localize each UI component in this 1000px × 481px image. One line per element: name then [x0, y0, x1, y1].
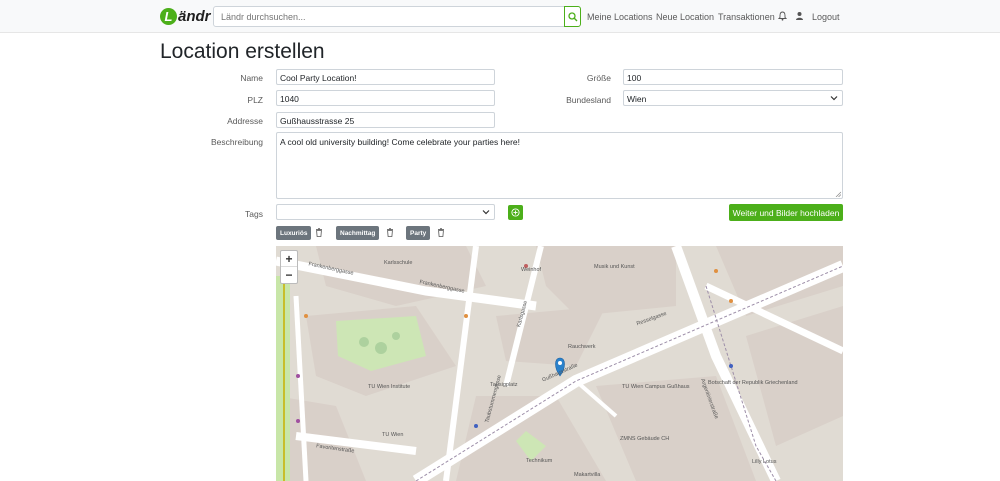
- nav-my-locations[interactable]: Meine Locations: [587, 12, 653, 22]
- tag-chip-luxurioes: Luxuriös: [276, 226, 312, 240]
- description-textarea[interactable]: A cool old university building! Come cel…: [276, 132, 843, 199]
- trash-icon[interactable]: [437, 228, 445, 237]
- map-poi-label: TU Wien: [382, 432, 404, 438]
- address-field[interactable]: Gußhausstrasse 25: [276, 112, 495, 128]
- trash-icon[interactable]: [315, 228, 323, 237]
- state-select-value: Wien: [627, 94, 647, 104]
- nav-transactions[interactable]: Transaktionen: [718, 12, 775, 22]
- map-poi-label: Botschaft der Republik Griechenland: [708, 380, 798, 386]
- map-poi-label: Lilly Lotus: [752, 459, 777, 465]
- nav-logout[interactable]: Logout: [812, 12, 840, 22]
- map-zoom-control: + −: [280, 250, 298, 284]
- map-poi-label: ZMNS Gebäude CH: [620, 436, 670, 442]
- page-title: Location erstellen: [160, 40, 325, 63]
- zoom-out-button[interactable]: −: [281, 267, 297, 283]
- search-input[interactable]: [213, 6, 566, 27]
- map-poi-label: TU Wien Campus Gußhaus: [622, 384, 690, 390]
- plz-label: PLZ: [247, 95, 263, 105]
- tag-chip-nachmittag: Nachmittag: [336, 226, 380, 240]
- map-poi-label: TU Wien Institute: [368, 384, 411, 390]
- user-icon[interactable]: [795, 11, 804, 21]
- plz-field[interactable]: 1040: [276, 90, 495, 106]
- name-field[interactable]: Cool Party Location!: [276, 69, 495, 85]
- brand-logo[interactable]: L ändr: [160, 6, 211, 26]
- add-tag-button[interactable]: [508, 205, 523, 220]
- description-text: A cool old university building! Come cel…: [280, 137, 521, 147]
- description-label: Beschreibung: [211, 137, 263, 147]
- search-button[interactable]: [564, 6, 581, 27]
- nav-new-location[interactable]: Neue Location: [656, 12, 714, 22]
- location-map[interactable]: Frankenberggasse Frankenberggasse Karlsg…: [276, 246, 843, 481]
- tags-label: Tags: [245, 209, 263, 219]
- address-label: Addresse: [227, 116, 263, 126]
- map-poi-label: Weinhof: [521, 267, 542, 273]
- navbar: L ändr Meine Locations Neue Location Tra…: [0, 0, 1000, 33]
- search-icon: [567, 11, 577, 21]
- map-poi-label: Technikum: [526, 458, 553, 464]
- next-upload-images-button[interactable]: Weiter und Bilder hochladen: [729, 204, 843, 221]
- map-poi-label: Rauchwerk: [568, 344, 596, 350]
- state-label: Bundesland: [566, 95, 611, 105]
- map-poi-label: Karlsschule: [384, 260, 413, 266]
- map-poi-label: Makartvilla: [574, 472, 601, 478]
- state-select[interactable]: Wien: [623, 90, 843, 106]
- name-label: Name: [240, 73, 263, 83]
- chevron-down-icon: [482, 210, 490, 215]
- trash-icon[interactable]: [386, 228, 394, 237]
- resize-handle-icon[interactable]: [835, 191, 841, 197]
- map-poi-label: Musik und Kunst: [594, 264, 635, 270]
- logo-mark: L: [160, 7, 177, 25]
- map-tiles[interactable]: [276, 246, 843, 481]
- zoom-in-button[interactable]: +: [281, 251, 297, 267]
- logo-text: ändr: [178, 7, 211, 25]
- plus-circle-icon: [511, 208, 520, 217]
- size-field[interactable]: 100: [623, 69, 843, 85]
- size-label: Größe: [586, 73, 611, 83]
- chevron-down-icon: [830, 96, 838, 101]
- map-poi-label: Tausigplatz: [490, 382, 518, 388]
- tag-chip-party: Party: [406, 226, 431, 240]
- bell-icon[interactable]: [778, 11, 787, 21]
- tags-select[interactable]: [276, 204, 495, 220]
